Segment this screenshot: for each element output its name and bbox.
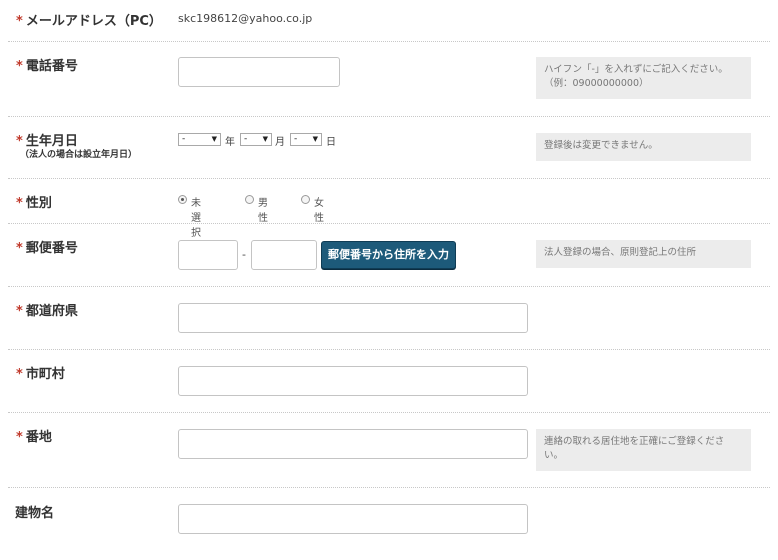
address-note: 連絡の取れる居住地を正確にご登録くださ い。 [536, 429, 751, 471]
birthday-note: 登録後は変更できません。 [536, 133, 751, 161]
postal-label: * 郵便番号 [16, 241, 78, 256]
required-mark: * [16, 241, 23, 256]
building-label: 建物名 [15, 506, 55, 521]
city-input[interactable] [178, 366, 528, 396]
day-unit: 日 [326, 137, 336, 148]
address-label: * 番地 [16, 430, 52, 445]
required-mark: * [16, 304, 23, 319]
postal-row: * 郵便番号 - 郵便番号から住所を入力 法人登録の場合、原則登記上の住所 [8, 224, 770, 287]
day-select[interactable]: - ▼ [290, 133, 322, 146]
required-mark: * [16, 59, 23, 74]
address-input[interactable] [178, 429, 528, 459]
birthday-sublabel: （法人の場合は設立年月日） [20, 150, 138, 160]
required-mark: * [16, 196, 23, 211]
required-mark: * [16, 14, 23, 29]
postal-code-first-input[interactable] [178, 240, 238, 270]
gender-radio-female[interactable] [301, 195, 310, 204]
month-select[interactable]: - ▼ [240, 133, 272, 146]
city-label: * 市町村 [16, 367, 65, 382]
required-mark: * [16, 430, 23, 445]
postal-code-second-input[interactable] [251, 240, 317, 270]
chevron-down-icon: ▼ [312, 135, 318, 143]
chevron-down-icon: ▼ [262, 135, 268, 143]
email-row: * メールアドレス（PC） skc198612@yahoo.co.jp [8, 0, 770, 42]
year-select[interactable]: - ▼ [178, 133, 221, 146]
gender-label: * 性別 [16, 196, 52, 211]
city-row: * 市町村 [8, 350, 770, 413]
prefecture-label: * 都道府県 [16, 304, 78, 319]
postal-note: 法人登録の場合、原則登記上の住所 [536, 240, 751, 268]
chevron-down-icon: ▼ [211, 135, 217, 143]
year-unit: 年 [225, 137, 235, 148]
month-unit: 月 [275, 137, 285, 148]
postal-separator: - [242, 248, 246, 261]
email-value: skc198612@yahoo.co.jp [178, 12, 313, 25]
building-row: 建物名 [8, 488, 770, 560]
gender-row: * 性別 未選択 男性 女性 [8, 179, 770, 239]
phone-note: ハイフン「-」を入れずにご記入ください。 （例：09000000000） [536, 57, 751, 99]
building-input[interactable] [178, 504, 528, 534]
gender-option-label: 男性 [258, 198, 268, 224]
gender-option-label: 女性 [314, 198, 324, 224]
phone-row: * 電話番号 ハイフン「-」を入れずにご記入ください。 （例：0900000000… [8, 42, 770, 117]
phone-input[interactable] [178, 57, 340, 87]
gender-radio-unselected[interactable] [178, 195, 187, 204]
email-label: * メールアドレス（PC） [16, 14, 162, 29]
gender-radio-male[interactable] [245, 195, 254, 204]
birthday-row: * 生年月日 （法人の場合は設立年月日） - ▼ 年 - ▼ 月 - ▼ 日 登録後は変… [8, 117, 770, 179]
prefecture-row: * 都道府県 [8, 287, 770, 350]
postal-lookup-button[interactable]: 郵便番号から住所を入力 [321, 241, 456, 269]
phone-label: * 電話番号 [16, 59, 78, 74]
prefecture-input[interactable] [178, 303, 528, 333]
required-mark: * [16, 367, 23, 382]
address-row: * 番地 連絡の取れる居住地を正確にご登録くださ い。 [8, 413, 770, 488]
